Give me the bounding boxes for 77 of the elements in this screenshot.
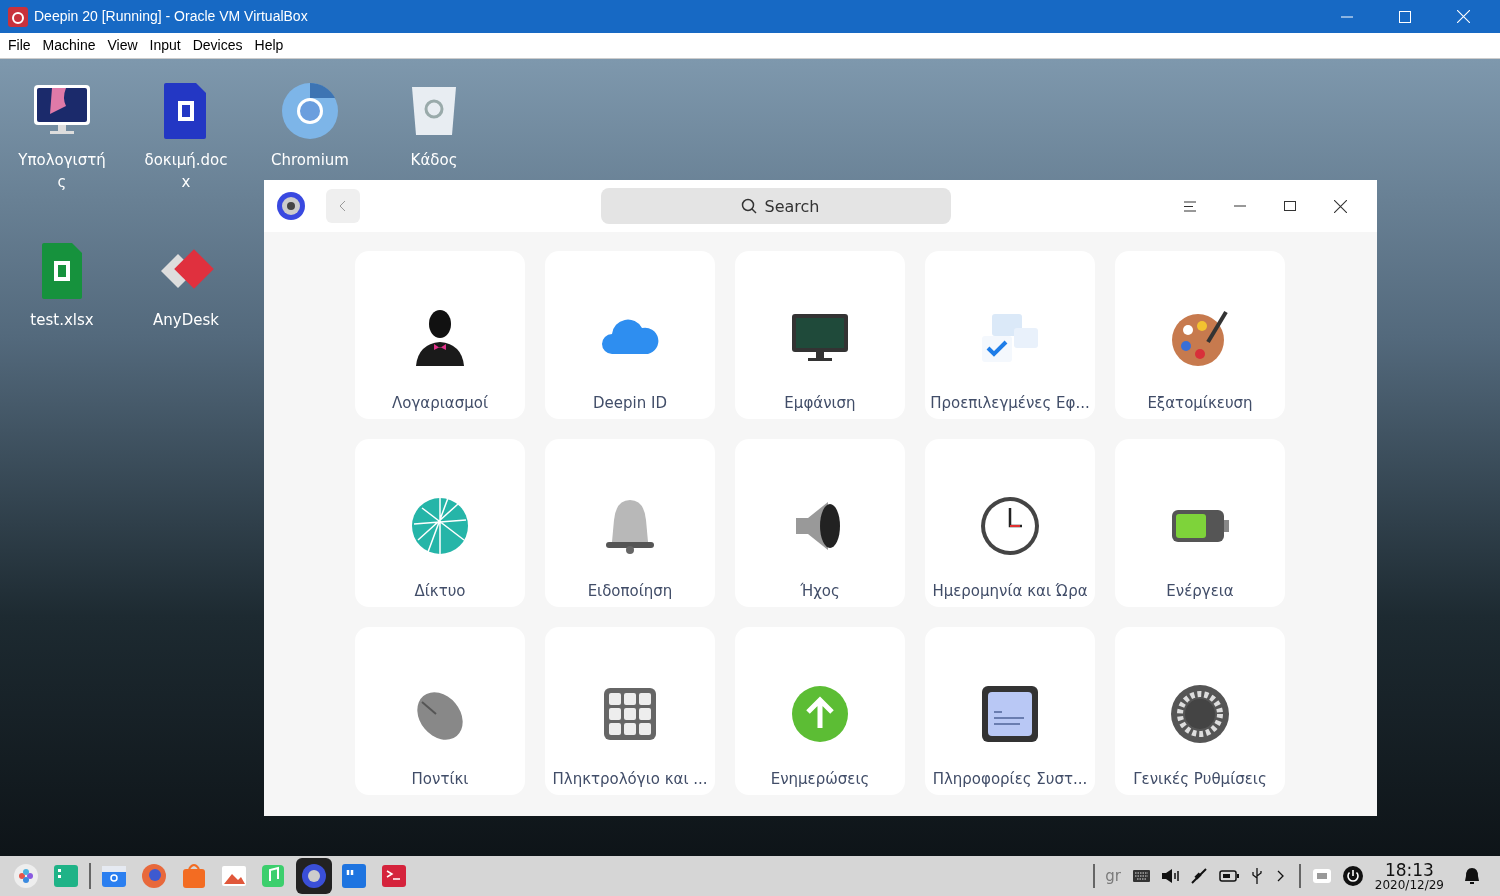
- desktop-icon-label[interactable]: δοκιμή.docx: [142, 149, 230, 193]
- gear-logo-icon: [276, 191, 306, 221]
- shopping-bag-icon: [181, 863, 207, 889]
- clock-time[interactable]: 18:13: [1384, 861, 1434, 879]
- speaker-icon[interactable]: [1161, 869, 1179, 883]
- tile-label: Δίκτυο: [414, 581, 466, 602]
- tile-label: Ημερομηνία και Ώρα: [932, 581, 1088, 602]
- desktop-icon-label[interactable]: Υπολογιστής: [18, 149, 106, 193]
- menu-item[interactable]: Devices: [186, 35, 249, 56]
- tile-label: Εξατομίκευση: [1147, 393, 1253, 414]
- gear-icon: [301, 863, 327, 889]
- settings-tile[interactable]: Ποντίκι: [355, 627, 525, 795]
- power-icon[interactable]: [1342, 866, 1363, 886]
- settings-tile[interactable]: Λογαριασμοί: [355, 251, 525, 419]
- settings-tile[interactable]: Ενημερώσεις: [735, 627, 905, 795]
- settings-tile[interactable]: Deepin ID: [545, 251, 715, 419]
- settings-tile[interactable]: Γενικές Ρυθμίσεις: [1115, 627, 1285, 795]
- tile-label: Ειδοποίηση: [587, 581, 673, 602]
- browser-icon: [280, 81, 340, 141]
- menu-icon: [1184, 200, 1196, 212]
- minimize-icon: [1234, 205, 1246, 207]
- desktop-icon-label[interactable]: Chromium: [266, 149, 354, 171]
- tile-label: Πληροφορίες Συστ...: [932, 769, 1088, 790]
- tile-label: Γενικές Ρυθμίσεις: [1133, 769, 1267, 790]
- menu-item[interactable]: Help: [248, 35, 290, 56]
- app-logo-icon: [8, 6, 28, 27]
- tile-label: Ήχος: [800, 581, 840, 602]
- search-icon: [740, 198, 757, 214]
- desktop-icon-label[interactable]: AnyDesk: [142, 309, 230, 331]
- desktop-icon-label[interactable]: test.xlsx: [18, 309, 106, 331]
- tile-label: Ενέργεια: [1166, 581, 1234, 602]
- settings-tile[interactable]: Προεπιλεγμένες Εφ...: [925, 251, 1095, 419]
- launcher-icon: [13, 863, 39, 889]
- usb-icon[interactable]: [1250, 868, 1263, 884]
- clock-icon: [978, 494, 1042, 558]
- plug-icon[interactable]: [1190, 868, 1207, 884]
- keyboard-icon[interactable]: [1132, 870, 1150, 882]
- tile-label: Πληκτρολόγιο και ...: [552, 769, 708, 790]
- battery-icon[interactable]: [1218, 870, 1239, 882]
- fox-globe-icon: [141, 863, 167, 889]
- settings-tile[interactable]: Ενέργεια: [1115, 439, 1285, 607]
- tile-label: Ενημερώσεις: [770, 769, 870, 790]
- image-icon: [221, 863, 247, 889]
- tile-label: Ποντίκι: [411, 769, 469, 790]
- settings-tile[interactable]: Εμφάνιση: [735, 251, 905, 419]
- settings-tile[interactable]: Πληροφορίες Συστ...: [925, 627, 1095, 795]
- menu-item[interactable]: View: [101, 35, 144, 56]
- quote-icon: [341, 863, 367, 889]
- gear-icon: [1168, 682, 1232, 746]
- tile-label: Λογαριασμοί: [392, 393, 488, 414]
- desktop-icon-label[interactable]: Κάδος: [390, 149, 478, 171]
- menu-item[interactable]: File: [2, 35, 37, 56]
- minimize-icon: [1341, 15, 1353, 18]
- menu-item[interactable]: Input: [143, 35, 187, 56]
- close-icon: [1333, 199, 1347, 213]
- settings-tile[interactable]: Ήχος: [735, 439, 905, 607]
- window-title: Deepin 20 [Running] - Oracle VM VirtualBox: [34, 7, 308, 26]
- clock-date[interactable]: 2020/12/29: [1374, 878, 1444, 891]
- close-icon: [1456, 10, 1470, 23]
- tile-label: Εμφάνιση: [784, 393, 856, 414]
- chevron-right-icon[interactable]: [1276, 870, 1285, 882]
- maximize-icon: [1399, 10, 1411, 23]
- folder-icon: [101, 863, 127, 889]
- maximize-icon: [1284, 200, 1296, 212]
- bell-icon[interactable]: [1464, 867, 1480, 885]
- chevron-left-icon: [338, 200, 348, 212]
- settings-tile[interactable]: Ημερομηνία και Ώρα: [925, 439, 1095, 607]
- dock-item[interactable]: [296, 858, 332, 894]
- terminal-icon: [381, 863, 407, 889]
- search-field[interactable]: Search: [600, 188, 951, 224]
- settings-tile[interactable]: Εξατομίκευση: [1115, 251, 1285, 419]
- tile-label: Deepin ID: [593, 393, 667, 414]
- settings-tile[interactable]: Ειδοποίηση: [545, 439, 715, 607]
- menu-item[interactable]: Machine: [36, 35, 102, 56]
- tile-label: Προεπιλεγμένες Εφ...: [930, 393, 1090, 414]
- settings-tile[interactable]: Δίκτυο: [355, 439, 525, 607]
- settings-tile[interactable]: Πληκτρολόγιο και ...: [545, 627, 715, 795]
